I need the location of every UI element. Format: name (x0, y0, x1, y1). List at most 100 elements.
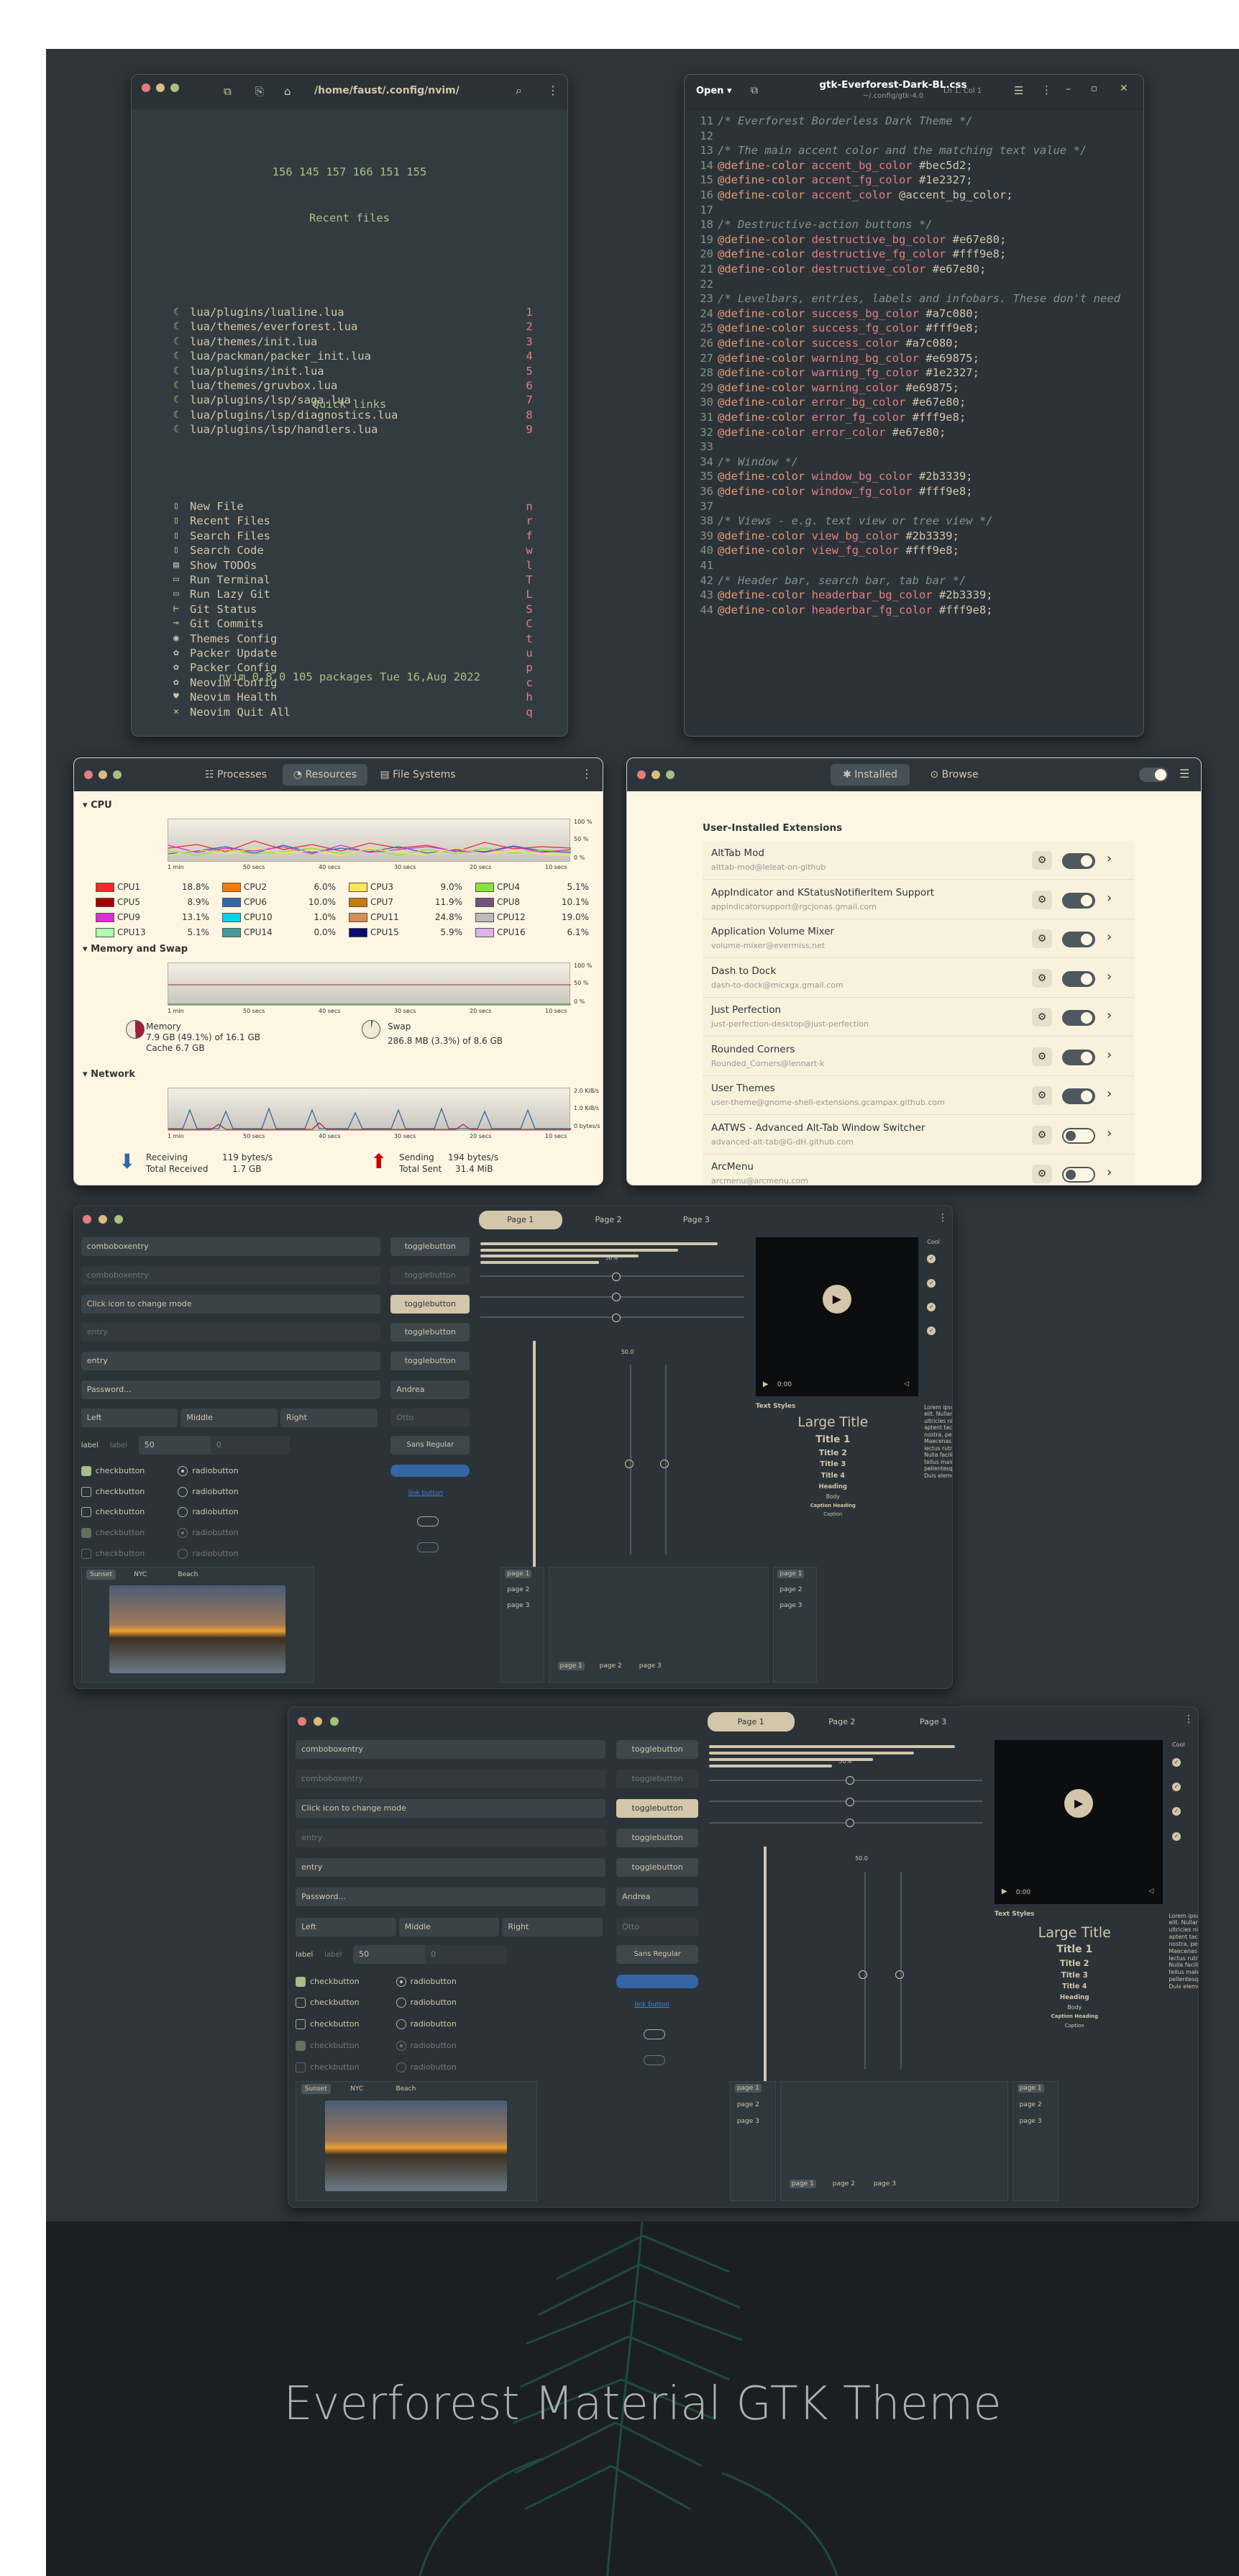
cpu-color-swatch[interactable] (222, 913, 241, 922)
settings-gear-icon[interactable]: ⚙ (1032, 851, 1052, 870)
tree-header[interactable]: Cool (927, 1239, 940, 1245)
tree-check[interactable]: ✓ (1171, 1783, 1181, 1792)
cpu-color-swatch[interactable] (475, 913, 494, 922)
radiobutton[interactable]: radiobutton (178, 1465, 239, 1476)
font-button[interactable]: Sans Regular (390, 1435, 470, 1455)
recent-file-item[interactable]: lua/themes/init.lua (190, 334, 549, 349)
cpu-section-title[interactable]: ▾ CPU (83, 800, 112, 811)
kebab-icon[interactable]: ⋮ (1041, 83, 1052, 96)
quick-link-item[interactable]: Search Files (190, 529, 549, 543)
chevron-right-icon[interactable]: › (1107, 891, 1112, 906)
link-button[interactable]: link button (408, 1490, 443, 1497)
minimize-dot[interactable] (99, 770, 107, 779)
split-icon[interactable]: ⎘ (255, 85, 264, 98)
scale-knob[interactable] (846, 1775, 855, 1785)
entry-field[interactable]: entry (296, 1858, 605, 1878)
password-field[interactable]: Password... (296, 1888, 605, 1907)
scale-knob[interactable] (612, 1272, 621, 1281)
video-play-icon[interactable]: ▶ (763, 1380, 769, 1388)
scale-knob[interactable] (612, 1293, 621, 1302)
volume-icon[interactable]: ◁ (1148, 1888, 1153, 1895)
color-button[interactable] (390, 1464, 470, 1478)
toggle-button[interactable]: togglebutton (390, 1323, 470, 1342)
maximize-dot[interactable] (170, 83, 179, 92)
minimize-dot[interactable] (651, 770, 660, 779)
settings-gear-icon[interactable]: ⚙ (1032, 1125, 1052, 1144)
photo-tab[interactable]: Beach (174, 1570, 201, 1580)
tree-check[interactable]: ✓ (927, 1326, 936, 1335)
v-scale-knob[interactable] (859, 1970, 868, 1979)
chevron-right-icon[interactable]: › (1107, 1086, 1112, 1101)
tab-resources[interactable]: ◔ Resources (283, 764, 367, 786)
new-tab-icon[interactable]: ⧉ (224, 85, 232, 98)
quick-link-item[interactable]: Neovim Quit All (190, 705, 549, 719)
close-dot[interactable] (637, 770, 646, 779)
cpu-color-swatch[interactable] (475, 898, 494, 907)
minimize-dot[interactable] (314, 1716, 323, 1726)
checkbutton[interactable]: checkbutton (296, 2019, 360, 2030)
tree-check[interactable]: ✓ (927, 1302, 936, 1311)
scale-knob[interactable] (612, 1314, 621, 1323)
page-item[interactable]: page 2 (505, 1585, 531, 1594)
settings-gear-icon[interactable]: ⚙ (1032, 929, 1052, 948)
page-item[interactable]: page 2 (735, 2101, 762, 2109)
toggle-button[interactable]: togglebutton (616, 1798, 699, 1818)
settings-gear-icon[interactable]: ⚙ (1032, 890, 1052, 909)
recent-file-item[interactable]: lua/plugins/lualine.lua (190, 305, 549, 319)
new-document-icon[interactable]: ⧉ (751, 85, 758, 96)
extension-row[interactable]: Dash to Dock dash-to-dock@micxgx.gmail.co… (703, 958, 1134, 998)
search-icon[interactable]: ⌕ (516, 83, 522, 98)
tree-check[interactable]: ✓ (1171, 1807, 1181, 1816)
switch-on[interactable] (644, 2029, 666, 2039)
recent-file-item[interactable]: lua/plugins/lsp/handlers.lua (190, 422, 549, 437)
settings-gear-icon[interactable]: ⚙ (1032, 1086, 1052, 1105)
page-item[interactable]: page 3 (1018, 2117, 1044, 2126)
page-tab[interactable]: page 3 (872, 2180, 898, 2188)
notebook-tab[interactable]: Page 2 (567, 1211, 650, 1229)
tree-check[interactable]: ✓ (927, 1255, 936, 1264)
page-item[interactable]: page 1 (734, 2083, 762, 2093)
align-left-combo[interactable]: Left (296, 1917, 396, 1936)
close-dot[interactable] (142, 83, 150, 92)
page-tab[interactable]: page 1 (557, 1662, 585, 1671)
play-button[interactable]: ▶ (822, 1285, 851, 1314)
notebook-tab[interactable]: Page 3 (890, 1712, 977, 1731)
quick-link-item[interactable]: Recent Files (190, 514, 549, 528)
chevron-right-icon[interactable]: › (1107, 851, 1112, 866)
entry-field[interactable]: entry (81, 1352, 380, 1370)
photo-tab[interactable]: Sunset (86, 1569, 116, 1580)
extension-toggle[interactable] (1062, 1010, 1095, 1026)
maximize-dot[interactable] (666, 770, 675, 779)
cpu-color-swatch[interactable] (222, 928, 241, 937)
toggle-button[interactable]: togglebutton (390, 1294, 470, 1314)
entry-placeholder[interactable]: entry (296, 1829, 605, 1848)
spin-button[interactable]: 50 (353, 1945, 436, 1965)
close-dot[interactable] (84, 770, 93, 779)
settings-gear-icon[interactable]: ⚙ (1032, 1047, 1052, 1066)
maximize-dot[interactable] (113, 770, 122, 779)
maximize-dot[interactable] (330, 1716, 339, 1726)
menu-icon[interactable]: ⋮ (547, 83, 559, 97)
checkbutton[interactable]: checkbutton (81, 1465, 145, 1476)
cpu-color-swatch[interactable] (96, 928, 114, 937)
tab-filesystems[interactable]: ▤ File Systems (375, 764, 461, 786)
extension-toggle[interactable] (1062, 1088, 1095, 1104)
quick-link-item[interactable]: Search Code (190, 543, 549, 557)
cpu-color-swatch[interactable] (349, 883, 367, 892)
menu-icon[interactable]: ⋮ (581, 767, 593, 780)
recent-file-item[interactable]: lua/plugins/init.lua (190, 364, 549, 378)
cpu-color-swatch[interactable] (349, 913, 367, 922)
settings-gear-icon[interactable]: ⚙ (1032, 968, 1052, 988)
notebook-tab[interactable]: Page 1 (478, 1210, 562, 1230)
close-icon[interactable]: ✕ (1120, 83, 1128, 94)
quick-link-item[interactable]: Run Terminal (190, 573, 549, 587)
maximize-dot[interactable] (114, 1215, 124, 1224)
extension-toggle[interactable] (1062, 1127, 1095, 1144)
notebook-tab[interactable]: Page 3 (654, 1211, 738, 1229)
font-button[interactable]: Sans Regular (616, 1945, 699, 1965)
cpu-color-swatch[interactable] (96, 898, 114, 907)
extension-row[interactable]: AltTab Mod alttab-mod@leleat-on-github ⚙ › (703, 841, 1134, 880)
cpu-color-swatch[interactable] (222, 898, 241, 907)
page-item[interactable]: page 1 (1017, 2083, 1044, 2093)
extension-row[interactable]: Just Perfection just-perfection-desktop@j… (703, 998, 1134, 1037)
